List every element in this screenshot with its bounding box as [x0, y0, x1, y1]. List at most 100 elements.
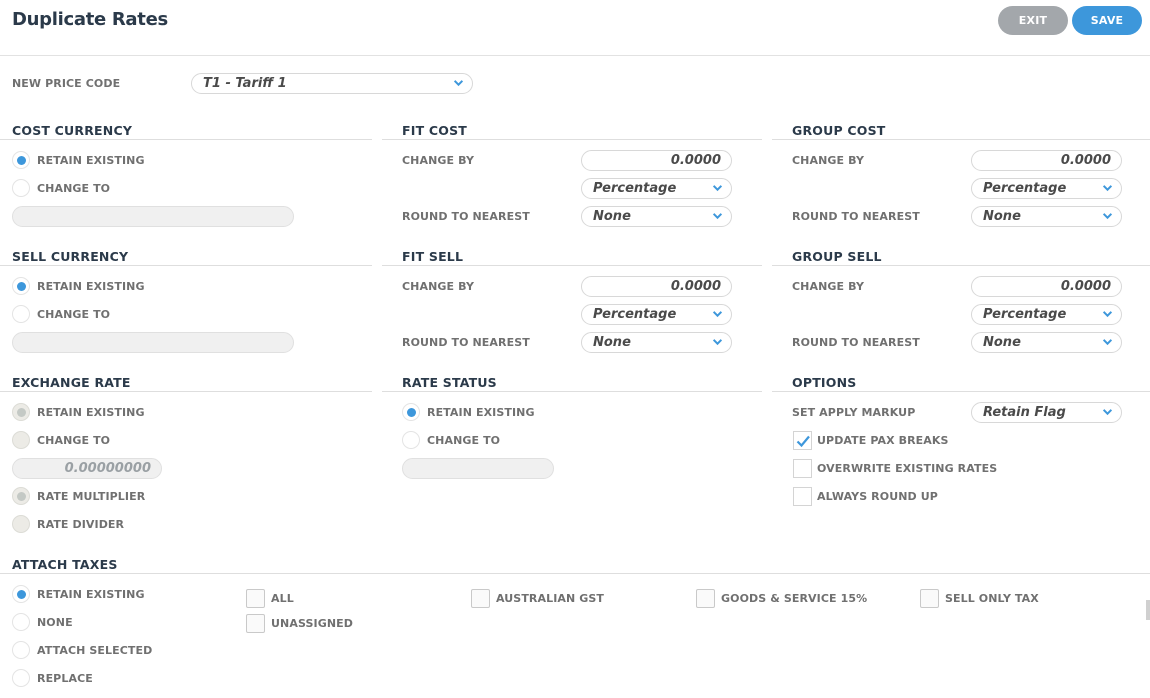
- rate-status-change-radio[interactable]: [402, 431, 420, 449]
- rate-status-change-label: CHANGE TO: [427, 434, 501, 447]
- attach-taxes-selected-radio[interactable]: [12, 641, 30, 659]
- fit-sell-change-by-input[interactable]: 0.0000: [581, 276, 732, 297]
- save-button[interactable]: SAVE: [1072, 6, 1142, 35]
- new-price-code-value: T1 - Tariff 1: [203, 76, 287, 91]
- sell-currency-change-label: CHANGE TO: [37, 308, 111, 321]
- attach-taxes-none-radio[interactable]: [12, 613, 30, 631]
- tax-label: GOODS & SERVICE 15%: [721, 592, 868, 605]
- group-sell-change-type-select[interactable]: Percentage: [971, 304, 1122, 325]
- group-sell-round-value: None: [983, 335, 1021, 350]
- group-sell-change-by-label: CHANGE BY: [792, 280, 865, 293]
- chevron-down-icon: [1102, 213, 1113, 220]
- new-price-code-select[interactable]: T1 - Tariff 1: [191, 73, 473, 94]
- exchange-rate-change-label: CHANGE TO: [37, 434, 111, 447]
- update-pax-breaks-checkbox[interactable]: [793, 431, 812, 450]
- fit-cost-change-by-label: CHANGE BY: [402, 154, 475, 167]
- tax-goods-service-checkbox[interactable]: [696, 589, 715, 608]
- section-divider: [0, 265, 372, 266]
- overwrite-existing-rates-label: OVERWRITE EXISTING RATES: [817, 462, 998, 475]
- group-cost-change-by-label: CHANGE BY: [792, 154, 865, 167]
- rate-status-retain-radio[interactable]: [402, 403, 420, 421]
- attach-taxes-mode-label: RETAIN EXISTING: [37, 588, 145, 601]
- fit-cost-change-by-input[interactable]: 0.0000: [581, 150, 732, 171]
- section-divider: [772, 139, 1150, 140]
- exit-button[interactable]: EXIT: [998, 6, 1068, 35]
- section-divider: [0, 391, 372, 392]
- sell-currency-retain-label: RETAIN EXISTING: [37, 280, 145, 293]
- section-divider: [382, 139, 762, 140]
- fit-cost-change-type-select[interactable]: Percentage: [581, 178, 732, 199]
- chevron-down-icon: [712, 311, 723, 318]
- chevron-down-icon: [1102, 409, 1113, 416]
- group-cost-change-by-input[interactable]: 0.0000: [971, 150, 1122, 171]
- options-heading: OPTIONS: [792, 375, 857, 390]
- rate-divider-radio: [12, 515, 30, 533]
- fit-sell-round-label: ROUND TO NEAREST: [402, 336, 530, 349]
- chevron-down-icon: [1102, 339, 1113, 346]
- fit-sell-change-type-select[interactable]: Percentage: [581, 304, 732, 325]
- tax-all-checkbox[interactable]: [246, 589, 265, 608]
- set-apply-markup-select[interactable]: Retain Flag: [971, 402, 1122, 423]
- group-cost-heading: GROUP COST: [792, 123, 886, 138]
- rate-status-retain-label: RETAIN EXISTING: [427, 406, 535, 419]
- group-cost-round-label: ROUND TO NEAREST: [792, 210, 920, 223]
- rate-status-select: [402, 458, 554, 479]
- fit-sell-round-select[interactable]: None: [581, 332, 732, 353]
- fit-cost-round-value: None: [593, 209, 631, 224]
- attach-taxes-heading: ATTACH TAXES: [12, 557, 118, 572]
- fit-sell-round-value: None: [593, 335, 631, 350]
- chevron-down-icon: [1102, 185, 1113, 192]
- group-sell-change-type-value: Percentage: [983, 307, 1067, 322]
- rate-multiplier-radio: [12, 487, 30, 505]
- section-divider: [0, 573, 1150, 574]
- checkmark-icon: [796, 435, 810, 448]
- always-round-up-label: ALWAYS ROUND UP: [817, 490, 938, 503]
- overwrite-existing-rates-checkbox[interactable]: [793, 459, 812, 478]
- cost-currency-select: [12, 206, 294, 227]
- cost-currency-heading: COST CURRENCY: [12, 123, 133, 138]
- tax-australian-gst-checkbox[interactable]: [471, 589, 490, 608]
- fit-sell-heading: FIT SELL: [402, 249, 464, 264]
- sell-currency-heading: SELL CURRENCY: [12, 249, 129, 264]
- chevron-down-icon: [453, 80, 464, 87]
- group-sell-round-label: ROUND TO NEAREST: [792, 336, 920, 349]
- scrollbar-thumb[interactable]: [1146, 600, 1150, 620]
- cost-currency-retain-radio[interactable]: [12, 151, 30, 169]
- always-round-up-checkbox[interactable]: [793, 487, 812, 506]
- group-cost-change-type-select[interactable]: Percentage: [971, 178, 1122, 199]
- group-sell-heading: GROUP SELL: [792, 249, 882, 264]
- page-title: Duplicate Rates: [12, 9, 168, 30]
- sell-currency-change-radio[interactable]: [12, 305, 30, 323]
- section-divider: [382, 391, 762, 392]
- header-divider: [0, 55, 1150, 56]
- section-divider: [382, 265, 762, 266]
- group-cost-round-select[interactable]: None: [971, 206, 1122, 227]
- exchange-rate-change-radio: [12, 431, 30, 449]
- tax-label: SELL ONLY TAX: [945, 592, 1039, 605]
- update-pax-breaks-label: UPDATE PAX BREAKS: [817, 434, 949, 447]
- cost-currency-change-radio[interactable]: [12, 179, 30, 197]
- chevron-down-icon: [712, 339, 723, 346]
- chevron-down-icon: [712, 213, 723, 220]
- exchange-rate-heading: EXCHANGE RATE: [12, 375, 131, 390]
- fit-sell-change-by-label: CHANGE BY: [402, 280, 475, 293]
- tax-sell-only-checkbox[interactable]: [920, 589, 939, 608]
- fit-cost-round-label: ROUND TO NEAREST: [402, 210, 530, 223]
- fit-cost-heading: FIT COST: [402, 123, 467, 138]
- fit-cost-round-select[interactable]: None: [581, 206, 732, 227]
- group-sell-change-by-input[interactable]: 0.0000: [971, 276, 1122, 297]
- exchange-rate-retain-radio: [12, 403, 30, 421]
- group-sell-round-select[interactable]: None: [971, 332, 1122, 353]
- attach-taxes-mode-label: NONE: [37, 616, 73, 629]
- group-cost-change-type-value: Percentage: [983, 181, 1067, 196]
- chevron-down-icon: [1102, 311, 1113, 318]
- rate-divider-label: RATE DIVIDER: [37, 518, 125, 531]
- tax-label: ALL: [271, 592, 294, 605]
- attach-taxes-replace-radio[interactable]: [12, 669, 30, 687]
- new-price-code-label: NEW PRICE CODE: [12, 77, 121, 90]
- section-divider: [0, 139, 372, 140]
- attach-taxes-retain-radio[interactable]: [12, 585, 30, 603]
- tax-unassigned-checkbox[interactable]: [246, 614, 265, 633]
- exchange-rate-input: 0.00000000: [12, 458, 162, 479]
- sell-currency-retain-radio[interactable]: [12, 277, 30, 295]
